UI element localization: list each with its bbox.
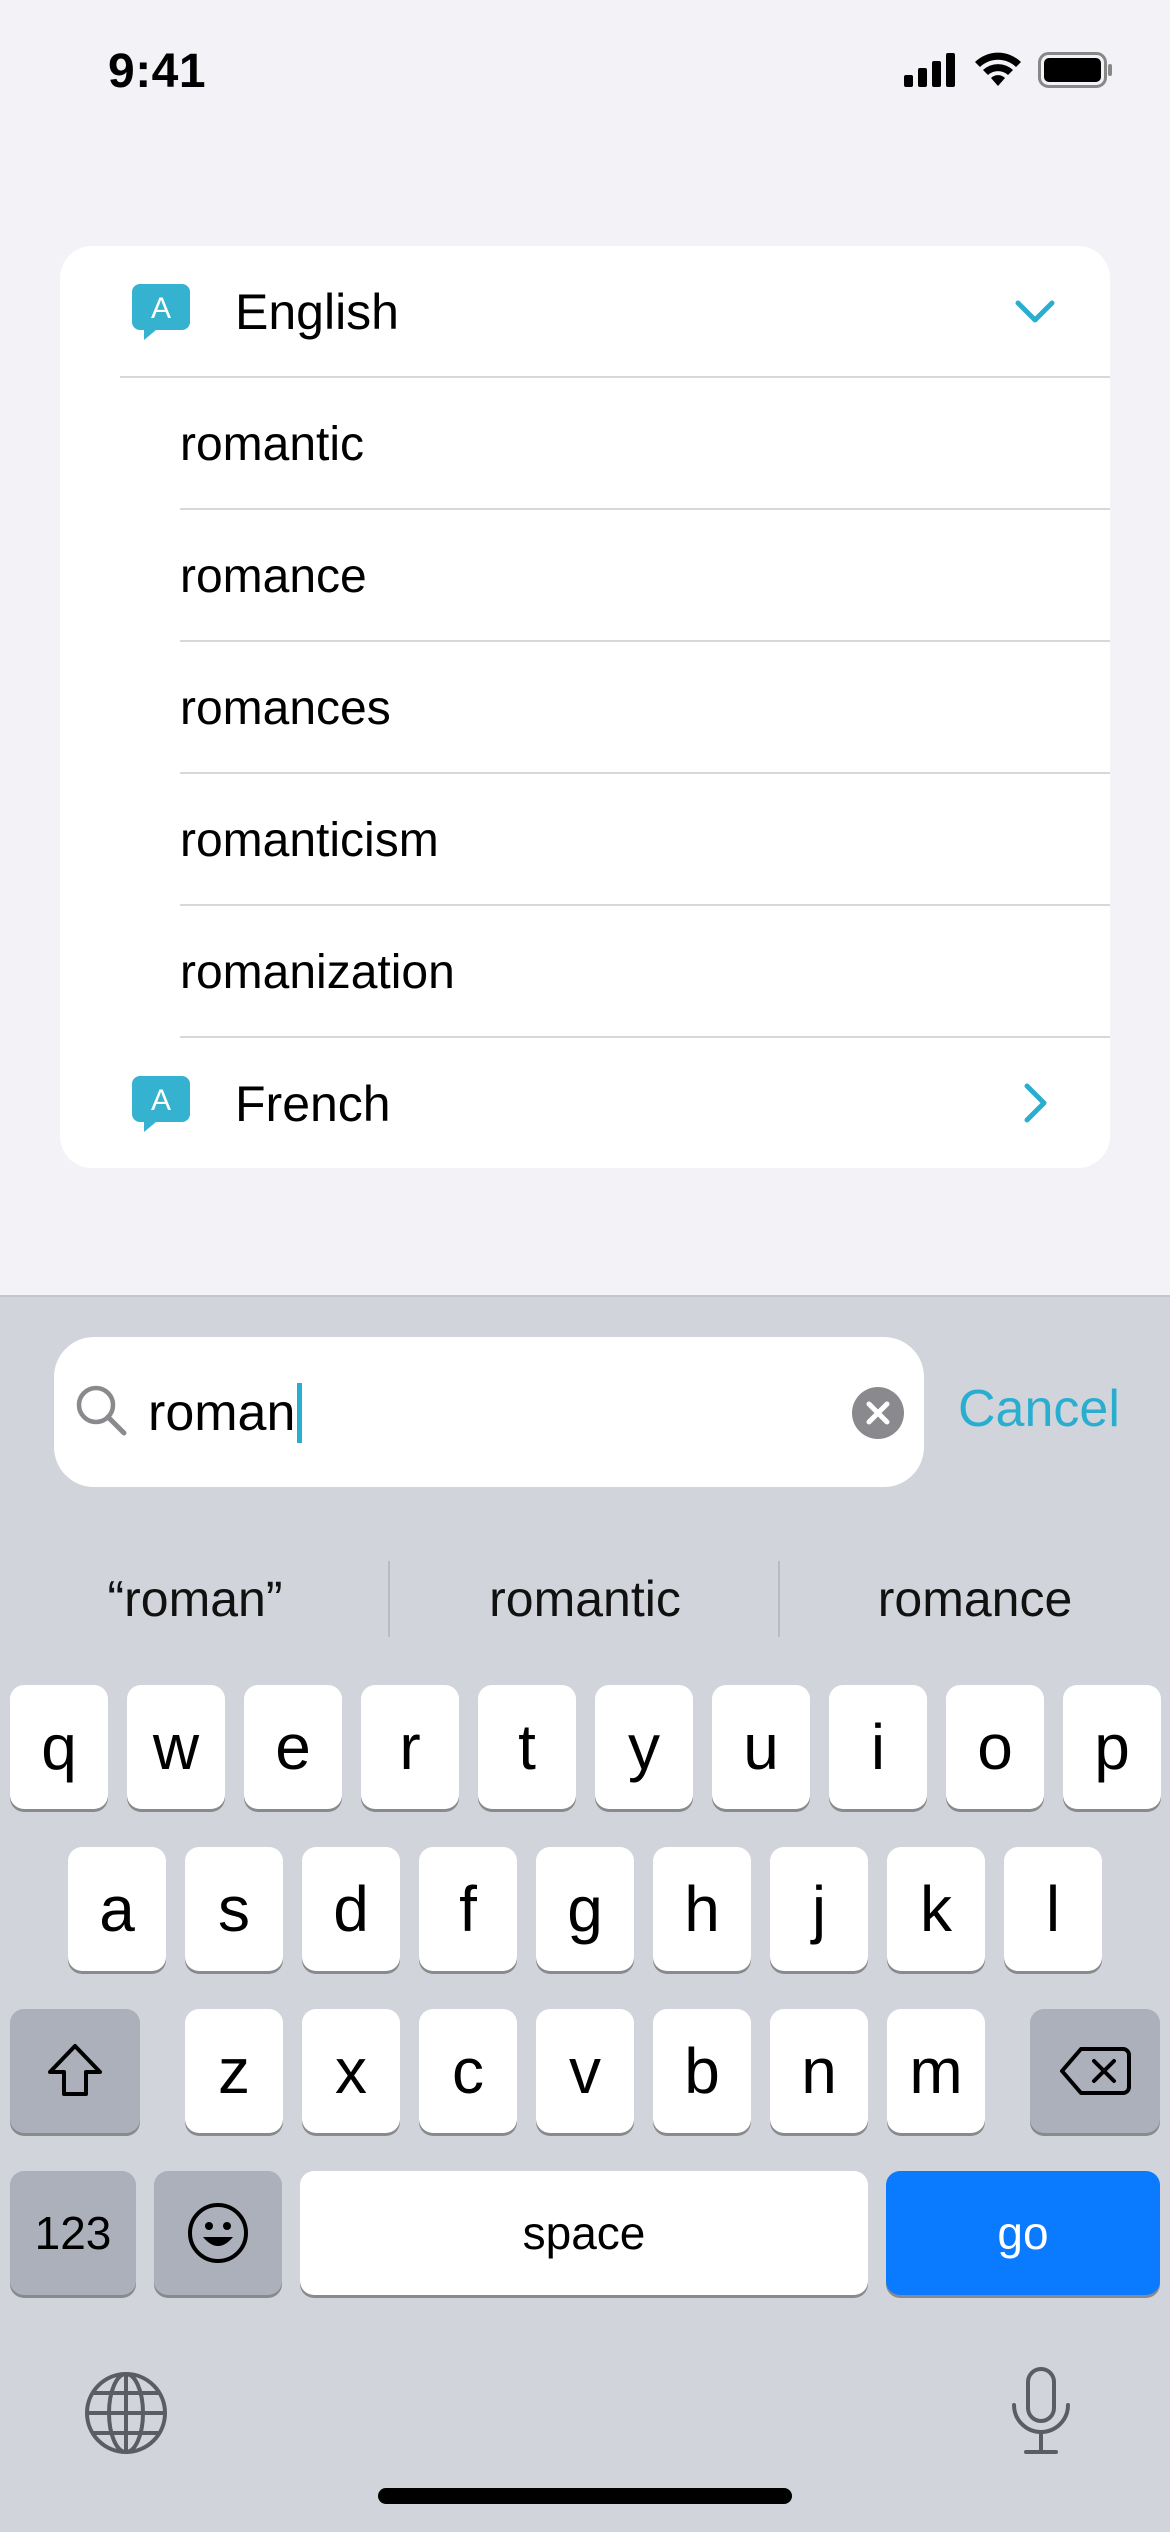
chevron-down-icon[interactable] <box>1014 290 1056 332</box>
word-label: romantic <box>180 418 365 471</box>
search-icon <box>76 1385 127 1436</box>
microphone-icon[interactable] <box>1008 2367 1074 2457</box>
keyboard-area: roman Cancel “roman” romantic romance q … <box>0 1295 1170 2532</box>
key-w[interactable]: w <box>127 1685 225 1809</box>
section-french[interactable]: A French <box>60 1038 1110 1168</box>
key-b[interactable]: b <box>653 2009 751 2133</box>
key-h[interactable]: h <box>653 1847 751 1971</box>
key-s[interactable]: s <box>185 1847 283 1971</box>
delete-key[interactable] <box>1030 2009 1160 2133</box>
battery-icon <box>1038 52 1112 88</box>
key-p[interactable]: p <box>1063 1685 1161 1809</box>
word-label: romanization <box>180 946 455 999</box>
go-key[interactable]: go <box>886 2171 1160 2295</box>
key-u[interactable]: u <box>712 1685 810 1809</box>
backspace-icon <box>1060 2047 1131 2095</box>
search-field[interactable]: roman <box>54 1337 924 1487</box>
list-item-romance[interactable]: romance <box>60 510 1110 642</box>
svg-text:A: A <box>151 1084 171 1117</box>
key-o[interactable]: o <box>946 1685 1044 1809</box>
key-y[interactable]: y <box>595 1685 693 1809</box>
emoji-key[interactable] <box>154 2171 282 2295</box>
key-e[interactable]: e <box>244 1685 342 1809</box>
status-icons <box>904 52 1114 88</box>
section-english[interactable]: A English <box>60 246 1110 376</box>
search-input[interactable]: roman <box>148 1383 303 1443</box>
key-n[interactable]: n <box>770 2009 868 2133</box>
status-bar: 9:41 <box>0 0 1170 150</box>
emoji-icon <box>188 2203 248 2263</box>
key-r[interactable]: r <box>361 1685 459 1809</box>
key-v[interactable]: v <box>536 2009 634 2133</box>
word-label: romanticism <box>180 814 439 867</box>
suggestion-item[interactable]: romantic <box>390 1547 780 1651</box>
svg-text:A: A <box>151 292 171 325</box>
translate-bubble-icon: A <box>132 1076 190 1132</box>
globe-icon[interactable] <box>83 2370 169 2456</box>
key-g[interactable]: g <box>536 1847 634 1971</box>
list-item-romantic[interactable]: romantic <box>60 378 1110 510</box>
suggestion-item[interactable]: romance <box>780 1547 1170 1651</box>
list-item-romanization[interactable]: romanization <box>60 906 1110 1038</box>
suggestion-item[interactable]: “roman” <box>0 1547 390 1651</box>
cellular-signal-icon <box>904 53 955 87</box>
wifi-icon <box>975 52 1021 86</box>
section-label-french: French <box>235 1076 391 1132</box>
list-item-romanticism[interactable]: romanticism <box>60 774 1110 906</box>
key-f[interactable]: f <box>419 1847 517 1971</box>
key-i[interactable]: i <box>829 1685 927 1809</box>
space-key[interactable]: space <box>300 2171 868 2295</box>
key-j[interactable]: j <box>770 1847 868 1971</box>
key-x[interactable]: x <box>302 2009 400 2133</box>
key-c[interactable]: c <box>419 2009 517 2133</box>
key-d[interactable]: d <box>302 1847 400 1971</box>
language-list-card: A English romantic romance romances roma… <box>60 246 1110 1168</box>
key-t[interactable]: t <box>478 1685 576 1809</box>
clear-text-icon[interactable] <box>852 1387 904 1439</box>
status-time: 9:41 <box>108 45 207 98</box>
key-l[interactable]: l <box>1004 1847 1102 1971</box>
home-indicator[interactable] <box>378 2488 792 2504</box>
key-z[interactable]: z <box>185 2009 283 2133</box>
translate-bubble-icon: A <box>132 284 190 340</box>
shift-icon <box>48 2044 102 2096</box>
section-label-english: English <box>235 284 399 340</box>
key-a[interactable]: a <box>68 1847 166 1971</box>
word-label: romance <box>180 550 367 603</box>
list-item-romances[interactable]: romances <box>60 642 1110 774</box>
key-q[interactable]: q <box>10 1685 108 1809</box>
predictive-bar: “roman” romantic romance <box>0 1547 1170 1651</box>
chevron-right-icon[interactable] <box>1014 1082 1056 1124</box>
key-m[interactable]: m <box>887 2009 985 2133</box>
text-caret <box>297 1383 303 1443</box>
word-label: romances <box>180 682 391 735</box>
cancel-button[interactable]: Cancel <box>958 1379 1120 1439</box>
numbers-key[interactable]: 123 <box>10 2171 136 2295</box>
key-k[interactable]: k <box>887 1847 985 1971</box>
shift-key[interactable] <box>10 2009 140 2133</box>
